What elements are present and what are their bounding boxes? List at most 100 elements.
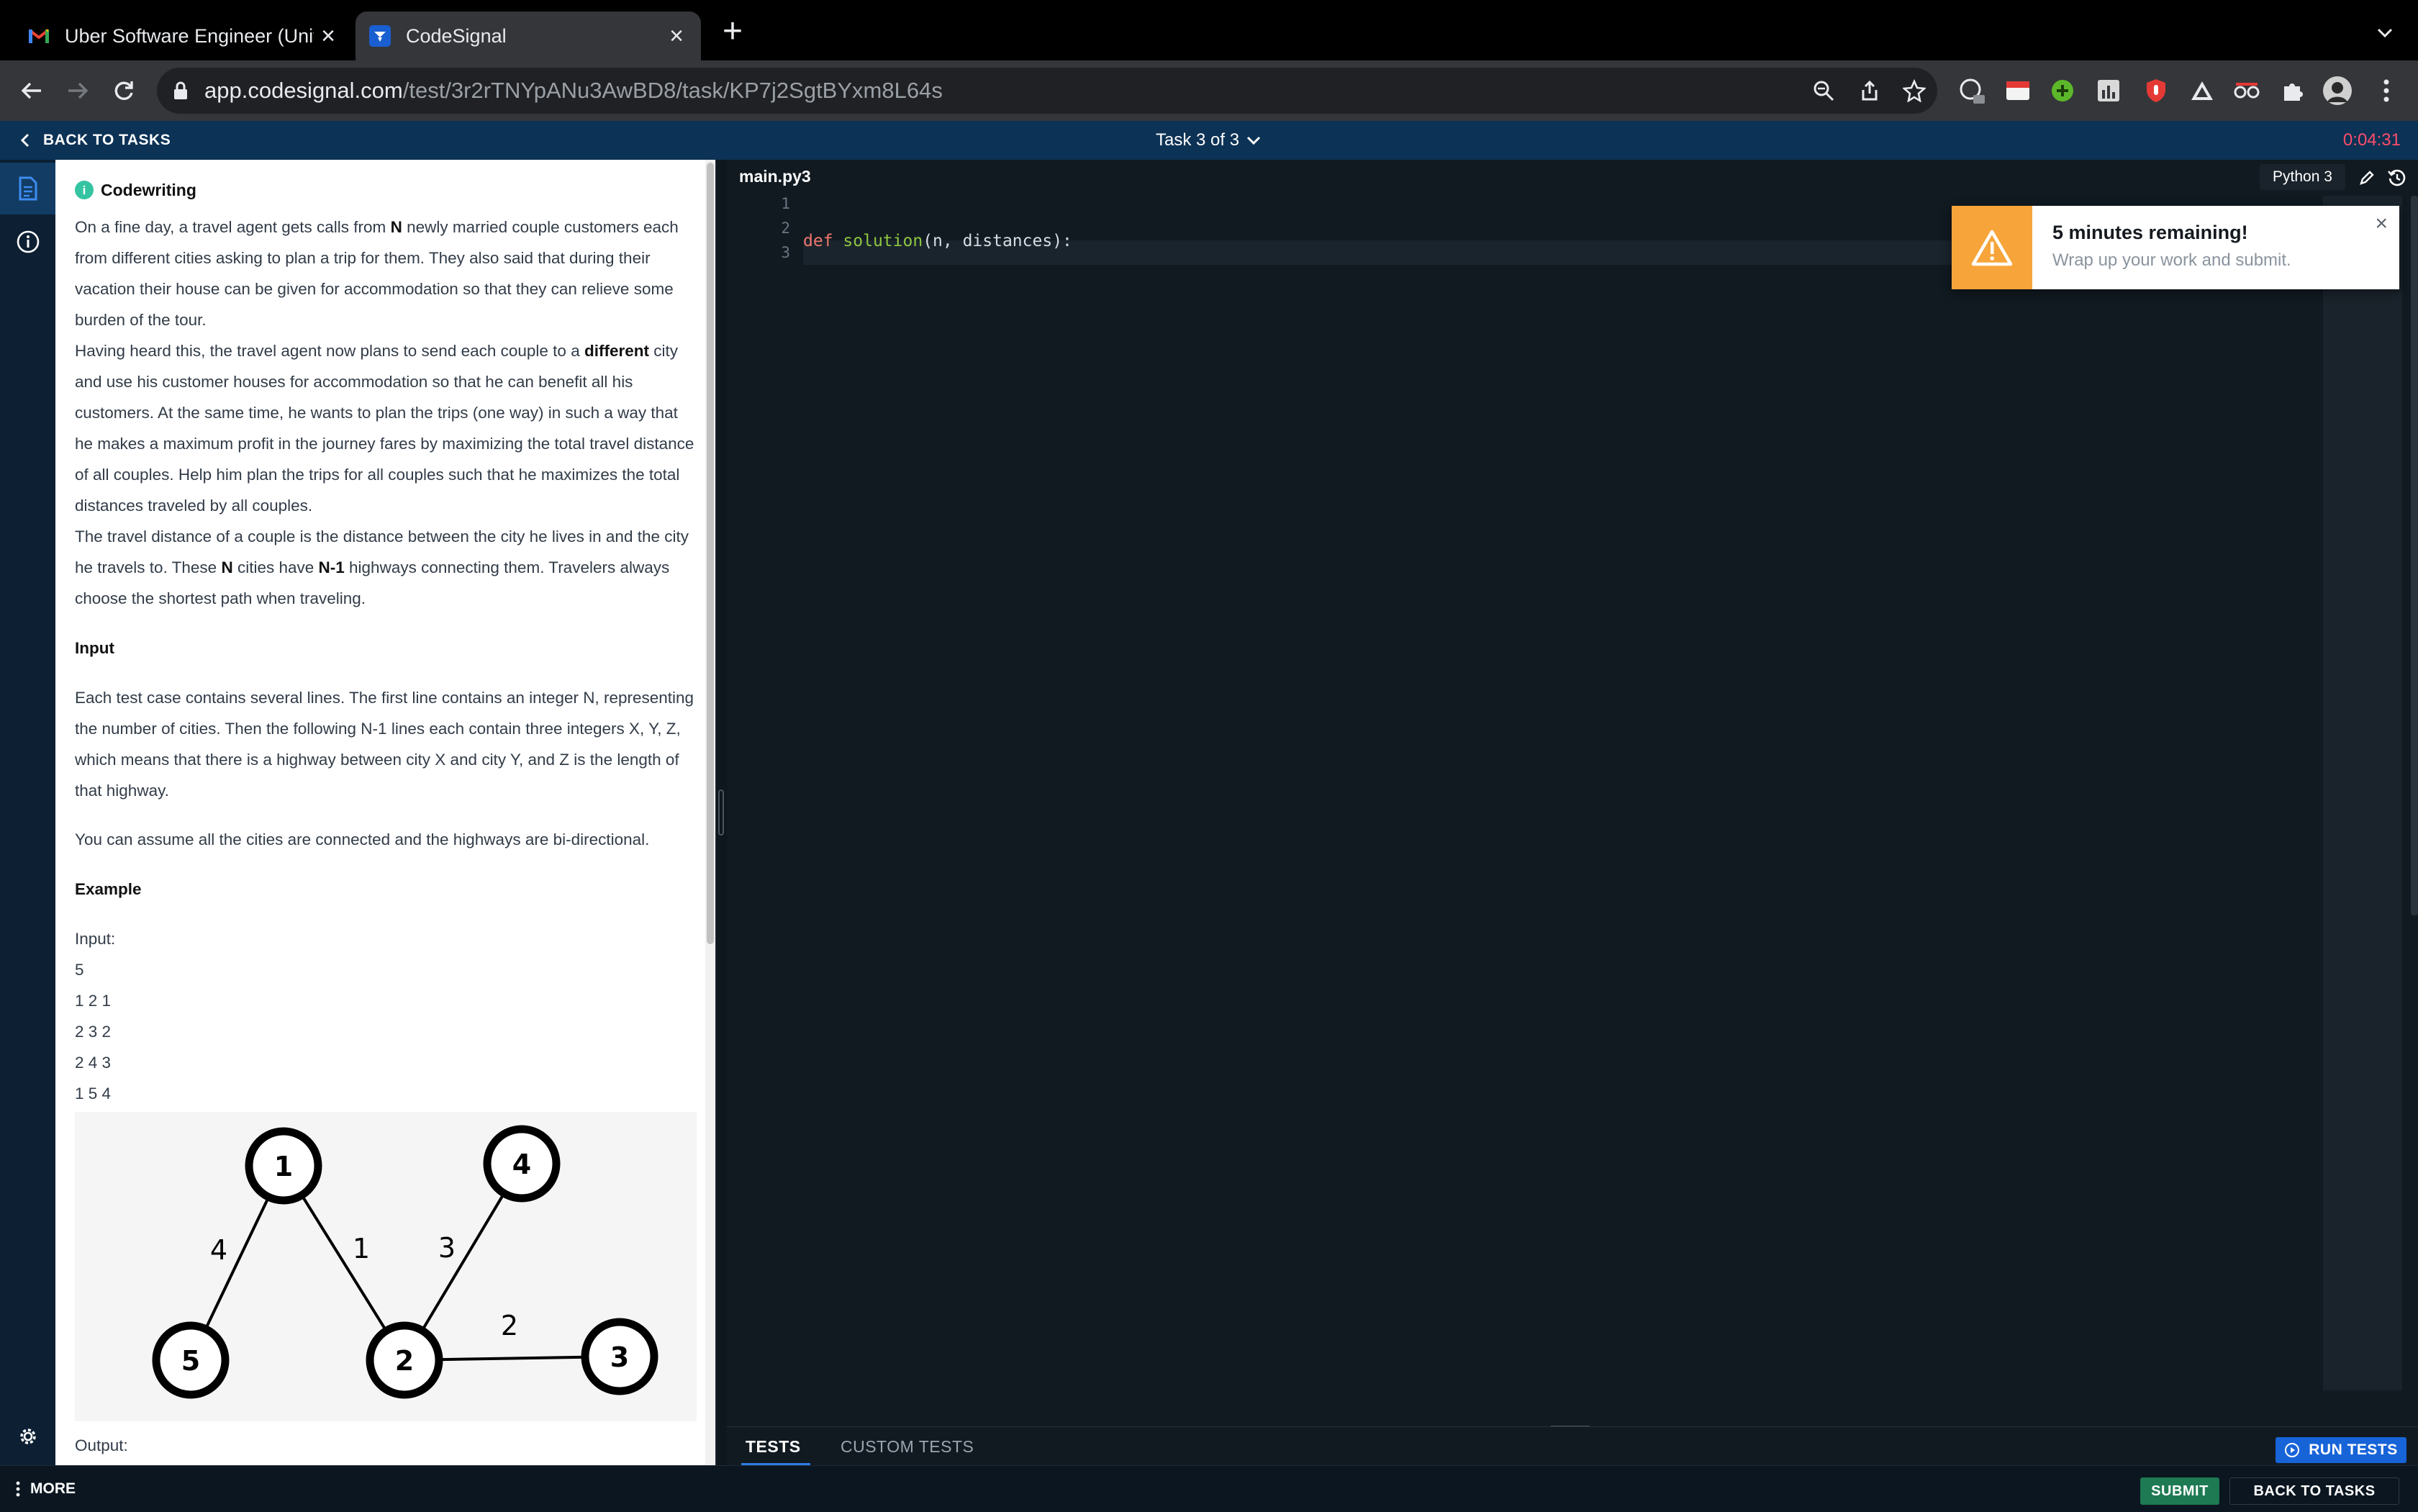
- problem-scrollbar[interactable]: [705, 160, 715, 1465]
- problem-scrollbar-thumb[interactable]: [707, 163, 714, 944]
- run-tests-button[interactable]: RUN TESTS: [2276, 1437, 2406, 1463]
- warning-triangle-icon: [1971, 229, 2013, 266]
- example-line: 2 4 3: [75, 1054, 112, 1072]
- new-tab-plus-icon[interactable]: +: [717, 14, 748, 49]
- submit-button[interactable]: SUBMIT: [2140, 1477, 2219, 1505]
- back-to-tasks-button[interactable]: BACK TO TASKS: [2229, 1477, 2399, 1505]
- bold-text: N: [221, 558, 233, 576]
- task-type-text: Codewriting: [101, 180, 196, 199]
- code-editor[interactable]: main.py3 Python 3 1 2 3 def solution(n, …: [727, 160, 2418, 1430]
- problem-paragraph-2: Having heard this, the travel agent now …: [75, 335, 697, 521]
- file-tab[interactable]: main.py3: [739, 167, 811, 186]
- more-label: MORE: [30, 1480, 76, 1497]
- close-tab-icon[interactable]: ×: [662, 24, 691, 48]
- task-description-document-icon[interactable]: [0, 163, 55, 214]
- zoom-icon[interactable]: [1811, 78, 1837, 104]
- bold-text: N: [390, 218, 402, 236]
- play-circle-icon: [2284, 1442, 2300, 1458]
- task-type-label: i Codewriting: [75, 176, 697, 204]
- browser-toolbar: app.codesignal.com/test/3r2rTNYpANu3AwBD…: [0, 60, 2418, 121]
- task-selector[interactable]: Task 3 of 3: [1156, 121, 1261, 160]
- line-number-gutter: 1 2 3: [727, 191, 790, 265]
- tab-tests[interactable]: TESTS: [746, 1427, 801, 1466]
- history-icon[interactable]: [2386, 167, 2408, 189]
- problem-paragraph-1: On a fine day, a travel agent gets calls…: [75, 212, 697, 335]
- text-run: Having heard this, the travel agent now …: [75, 342, 584, 360]
- problem-content: i Codewriting On a fine day, a travel ag…: [75, 176, 697, 1461]
- extension-shield-icon[interactable]: [2142, 76, 2170, 105]
- example-output-label: Output:: [75, 1436, 128, 1454]
- close-tab-icon[interactable]: ×: [314, 24, 343, 48]
- back-to-tasks-label: BACK TO TASKS: [43, 132, 171, 148]
- extensions-puzzle-icon[interactable]: [2278, 76, 2307, 105]
- splitter-drag-handle[interactable]: [718, 789, 724, 836]
- url-host: app.codesignal.com: [204, 78, 403, 103]
- bold-text: N-1: [318, 558, 345, 576]
- browser-tab-gmail[interactable]: Uber Software Engineer (Unive ×: [14, 12, 353, 60]
- assumption-text: You can assume all the cities are connec…: [75, 830, 650, 848]
- back-arrow-icon[interactable]: [16, 75, 47, 107]
- toast-message: Wrap up your work and submit.: [2052, 250, 2291, 270]
- text-run: city and use his customer houses for acc…: [75, 342, 694, 515]
- code-line: def solution(n, distances):: [803, 229, 1072, 253]
- tab-title: Uber Software Engineer (Unive: [65, 24, 314, 47]
- settings-gear-icon[interactable]: [0, 1411, 55, 1462]
- example-heading: Example: [75, 880, 142, 898]
- extension-glasses-icon[interactable]: [2232, 76, 2261, 105]
- codesignal-icon: [368, 24, 391, 47]
- extension-grammar-icon[interactable]: [1957, 76, 1986, 105]
- panel-splitter[interactable]: [715, 160, 728, 1465]
- example-line: 1 5 4: [75, 1085, 112, 1103]
- editor-scrollbar[interactable]: [2411, 196, 2418, 915]
- forward-arrow-icon[interactable]: [62, 75, 94, 107]
- close-icon[interactable]: ×: [2375, 213, 2388, 235]
- tab-custom-tests[interactable]: CUSTOM TESTS: [841, 1427, 974, 1466]
- share-icon[interactable]: [1857, 78, 1883, 104]
- footer-bar: MORE SUBMIT BACK TO TASKS: [0, 1465, 2418, 1512]
- tests-panel-bar: TESTS CUSTOM TESTS RUN TESTS: [727, 1426, 2418, 1466]
- extension-plus-icon[interactable]: [2048, 76, 2077, 105]
- toast-title: 5 minutes remaining!: [2052, 222, 2248, 243]
- editor-minimap[interactable]: [2323, 196, 2402, 1390]
- problem-paragraph-3: The travel distance of a couple is the d…: [75, 521, 697, 614]
- graph-node-label: 4: [512, 1149, 531, 1180]
- code-keyword: def: [803, 232, 833, 250]
- bookmark-star-icon[interactable]: [1901, 78, 1927, 104]
- back-to-tasks-link[interactable]: BACK TO TASKS: [20, 121, 171, 160]
- pencil-icon[interactable]: [2356, 167, 2378, 189]
- browser-tab-bar: Uber Software Engineer (Unive × CodeSign…: [0, 0, 2418, 60]
- task-selector-label: Task 3 of 3: [1156, 130, 1240, 150]
- code-text-area[interactable]: def solution(n, distances):: [803, 191, 1072, 415]
- reload-icon[interactable]: [108, 75, 140, 107]
- extension-chart-icon[interactable]: [2094, 76, 2123, 105]
- tab-title: CodeSignal: [406, 24, 507, 47]
- extension-card-icon[interactable]: [2003, 76, 2032, 105]
- browser-tab-codesignal[interactable]: CodeSignal ×: [356, 12, 701, 60]
- graph-node-label: 1: [274, 1151, 293, 1182]
- browser-menu-icon[interactable]: [2372, 76, 2401, 105]
- codewriting-badge-icon: i: [75, 181, 94, 199]
- tab-search-chevron-icon[interactable]: [2372, 20, 2398, 46]
- input-heading: Input: [75, 639, 114, 657]
- extension-triangle-icon[interactable]: [2188, 76, 2216, 105]
- graph-node-label: 2: [395, 1345, 414, 1377]
- example-graph-image: 4 1 3 2 1 2 3 4 5: [75, 1112, 697, 1421]
- run-tests-label: RUN TESTS: [2309, 1441, 2398, 1458]
- graph-diagram: 4 1 3 2 1 2 3 4 5: [152, 1125, 658, 1399]
- text-run: cities have: [232, 558, 319, 576]
- example-input-label: Input:: [75, 930, 116, 948]
- example-line: 1 2 1: [75, 992, 112, 1010]
- gmail-icon: [27, 24, 50, 47]
- more-menu-button[interactable]: MORE: [16, 1466, 76, 1512]
- problem-panel: i Codewriting On a fine day, a travel ag…: [55, 160, 715, 1465]
- info-icon[interactable]: [0, 216, 55, 268]
- text-run: On a fine day, a travel agent gets calls…: [75, 218, 391, 236]
- address-bar[interactable]: app.codesignal.com/test/3r2rTNYpANu3AwBD…: [157, 68, 1937, 114]
- edge-weight-label: 3: [438, 1232, 456, 1264]
- language-selector[interactable]: Python 3: [2260, 164, 2345, 190]
- profile-avatar[interactable]: [2323, 76, 2352, 105]
- code-function-name: solution: [843, 232, 923, 250]
- countdown-timer: 0:04:31: [2342, 130, 2401, 150]
